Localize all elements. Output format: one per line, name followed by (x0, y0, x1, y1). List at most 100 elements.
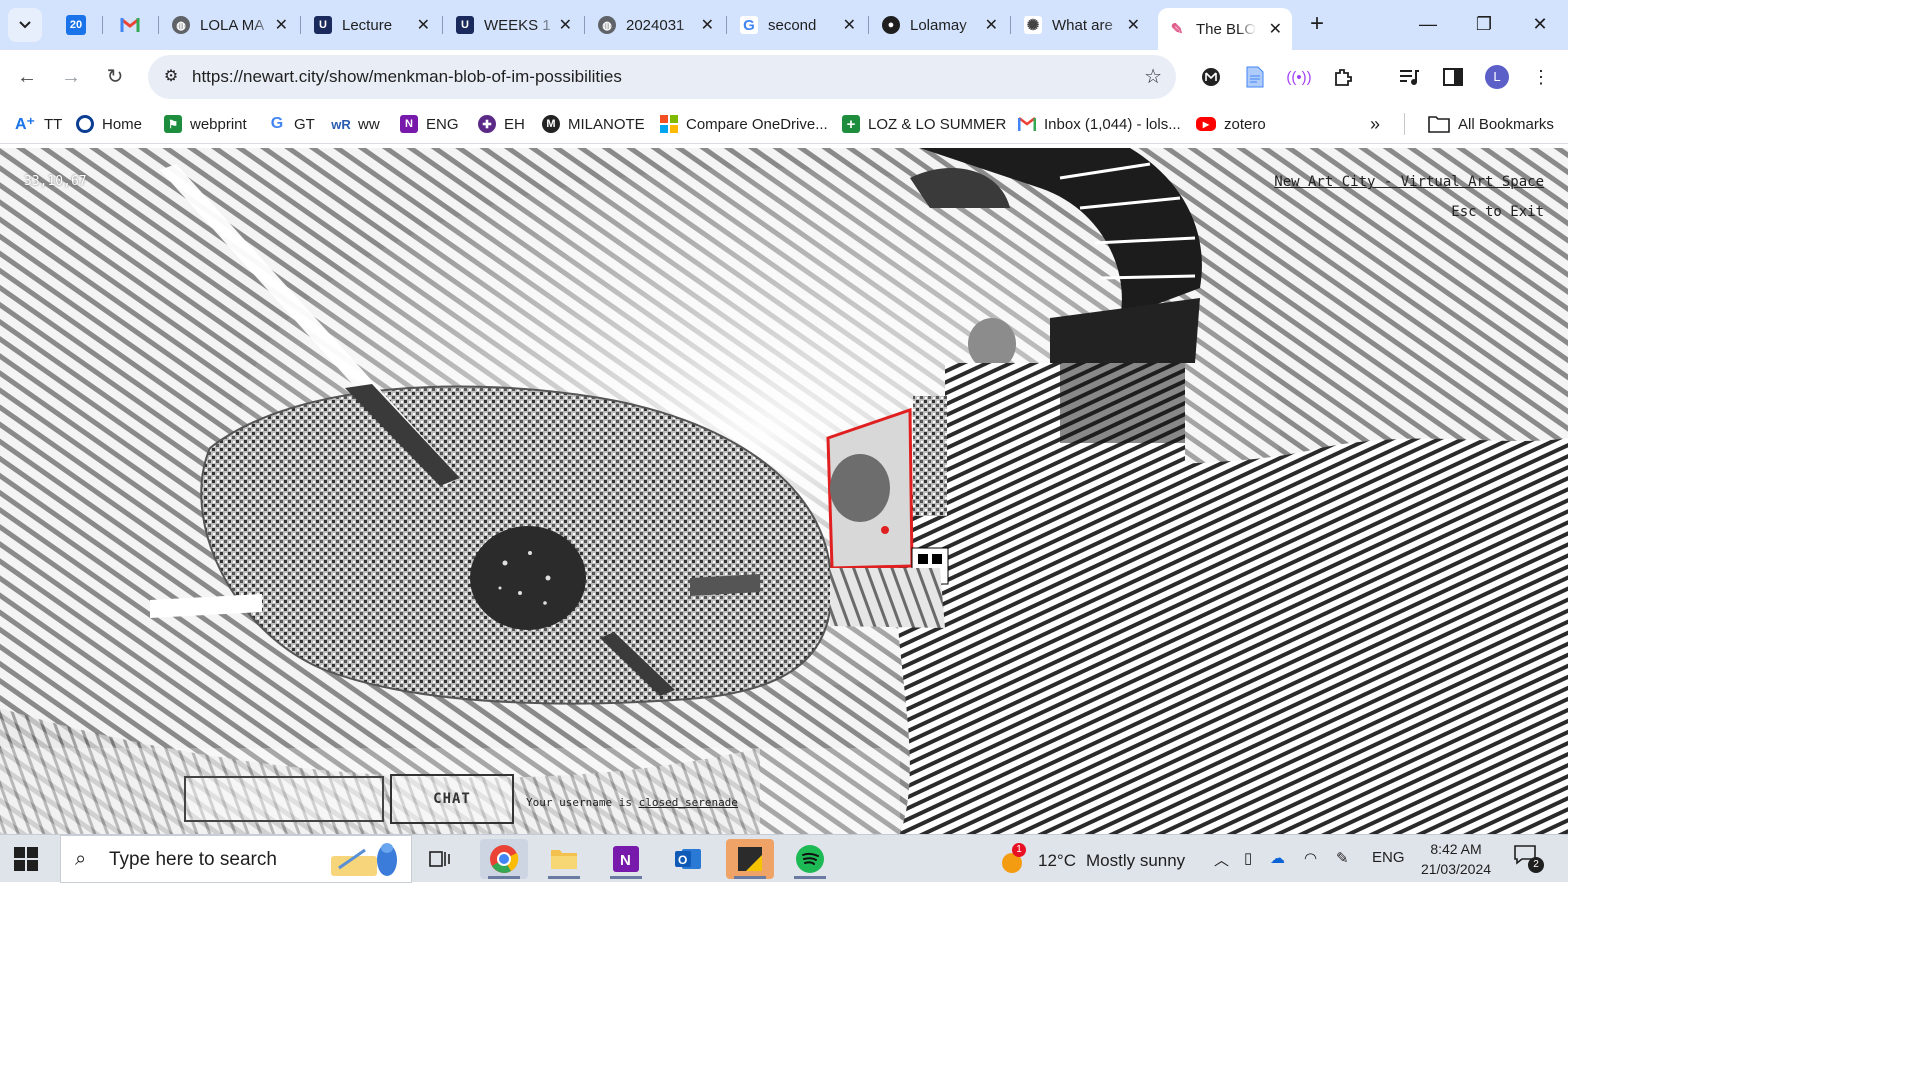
bookmark-loz-lo-summer[interactable]: + LOZ & LO SUMMER (842, 113, 1006, 135)
bookmark-eh[interactable]: ✚ EH (478, 113, 525, 135)
more-menu-icon[interactable]: ⋮ (1528, 64, 1554, 90)
new-tab-button[interactable]: + (1302, 10, 1332, 40)
esc-hint: Esc to Exit (1451, 204, 1544, 220)
username-link[interactable]: closed_serenade (639, 796, 738, 809)
bookmark-label: LOZ & LO SUMMER (868, 115, 1007, 133)
chat-button[interactable]: CHAT (390, 774, 514, 824)
scene-canvas[interactable] (0, 148, 1568, 834)
notification-center-button[interactable]: 2 (1514, 845, 1544, 873)
tab-search-button[interactable] (8, 8, 42, 42)
tab-title: Lolamay (910, 16, 967, 34)
blob-dark-hole (470, 526, 586, 630)
restore-button[interactable]: ❐ (1456, 8, 1512, 40)
docs-extension-icon[interactable] (1242, 64, 1268, 90)
taskbar-onenote[interactable]: N (602, 839, 650, 879)
close-icon[interactable]: ✕ (701, 15, 714, 35)
bookmark-label: EH (504, 115, 525, 133)
bookmark-inbox[interactable]: Inbox (1,044) - lols... (1018, 113, 1181, 135)
site-title-link[interactable]: New Art City - Virtual Art Space (1274, 174, 1544, 190)
tab-gmail[interactable] (110, 8, 154, 42)
tab-separator (1010, 16, 1011, 34)
address-bar[interactable]: ⚙ https://newart.city/show/menkman-blob-… (148, 55, 1176, 99)
pen-icon[interactable]: ✎ (1336, 849, 1349, 867)
bookmark-gt[interactable]: G GT (268, 113, 315, 135)
onenote-icon: N (400, 115, 418, 133)
bookmarks-divider (1404, 113, 1405, 135)
close-icon[interactable]: ✕ (417, 15, 430, 35)
google-icon: G (270, 115, 284, 132)
reload-button[interactable]: ↻ (100, 62, 130, 92)
minimize-button[interactable]: — (1400, 8, 1456, 40)
tab-title: second (768, 16, 817, 34)
close-icon[interactable]: ✕ (559, 15, 572, 35)
onenote-icon: N (613, 846, 639, 872)
virtual-art-space-viewport[interactable]: 33,10,67 New Art City - Virtual Art Spac… (0, 148, 1568, 834)
bookmark-compare-onedrive[interactable]: Compare OneDrive... (660, 113, 828, 135)
onedrive-icon[interactable]: ☁ (1270, 849, 1285, 867)
globe-icon: ◍ (598, 16, 616, 34)
close-icon[interactable]: ✕ (1269, 19, 1282, 39)
taskbar-outlook[interactable]: O (664, 839, 712, 879)
svg-text:N: N (620, 852, 631, 869)
profile-avatar[interactable]: L (1485, 65, 1509, 89)
taskbar-file-explorer[interactable] (540, 839, 588, 879)
all-bookmarks[interactable]: All Bookmarks (1428, 113, 1554, 135)
close-icon[interactable]: ✕ (843, 15, 856, 35)
tab-weeks[interactable]: U WEEKS 1 ✕ (446, 8, 582, 42)
taskbar-search[interactable]: ⌕ Type here to search (60, 835, 412, 883)
tab-lola-ma[interactable]: ◍ LOLA MA ✕ (162, 8, 298, 42)
back-button[interactable]: ← (12, 62, 42, 92)
tab-2024031[interactable]: ◍ 2024031 ✕ (588, 8, 724, 42)
weather-badge: 1 (1012, 843, 1026, 857)
tab-calendar[interactable]: 20 (56, 8, 100, 42)
close-icon[interactable]: ✕ (275, 15, 288, 35)
url-text[interactable]: https://newart.city/show/menkman-blob-of… (192, 67, 622, 87)
forward-button[interactable]: → (56, 62, 86, 92)
ai-icon: ✺ (1024, 16, 1042, 34)
side-panel-icon[interactable] (1440, 64, 1466, 90)
window-close-button[interactable]: ✕ (1512, 8, 1568, 40)
tab-separator (442, 16, 443, 34)
close-icon[interactable]: ✕ (1127, 15, 1140, 35)
tab-separator (726, 16, 727, 34)
weather-widget[interactable]: 1 12°C Mostly sunny (1000, 843, 1185, 875)
youtube-icon: ▶ (1196, 117, 1216, 131)
striped-tower (945, 363, 1185, 533)
tray-overflow-icon[interactable]: ︿ (1214, 849, 1229, 870)
task-view-button[interactable] (416, 839, 464, 879)
bookmark-star-icon[interactable]: ☆ (1144, 64, 1162, 89)
bookmark-label: zotero (1224, 115, 1266, 133)
bookmark-eng[interactable]: N ENG (400, 113, 459, 135)
bookmark-home[interactable]: Home (76, 113, 142, 135)
plus-icon: + (842, 115, 860, 133)
bookmark-webprint[interactable]: ⚑ webprint (164, 113, 247, 135)
wifi-icon[interactable]: ◠ (1304, 849, 1317, 867)
taskbar-spotify[interactable] (786, 839, 834, 879)
sticky-notes-icon (738, 847, 762, 871)
bookmark-tt[interactable]: A⁺ TT (14, 113, 62, 135)
system-clock[interactable]: 8:42 AM 21/03/2024 (1408, 839, 1504, 879)
bookmark-milanote[interactable]: M MILANOTE (542, 113, 645, 135)
tab-lecture[interactable]: U Lecture ✕ (304, 8, 440, 42)
cast-extension-icon[interactable]: ((•)) (1286, 64, 1312, 90)
meet-now-icon[interactable]: ▯ (1244, 849, 1252, 867)
eh-icon: ✚ (478, 115, 496, 133)
tab-second[interactable]: G second ✕ (730, 8, 866, 42)
media-control-icon[interactable] (1396, 64, 1422, 90)
milanote-extension-icon[interactable] (1198, 64, 1224, 90)
university-icon: U (456, 16, 474, 34)
bookmarks-overflow-icon[interactable]: » (1370, 113, 1380, 135)
tab-lolamay[interactable]: ● Lolamay ✕ (872, 8, 1008, 42)
chat-input[interactable] (184, 776, 384, 822)
close-icon[interactable]: ✕ (985, 15, 998, 35)
extensions-puzzle-icon[interactable] (1330, 64, 1356, 90)
taskbar-sticky-notes[interactable] (726, 839, 774, 879)
tab-the-blob[interactable]: ✎ The BLO ✕ (1158, 8, 1292, 50)
bookmark-zotero[interactable]: ▶ zotero (1196, 113, 1266, 135)
windows-start-button[interactable] (14, 847, 38, 871)
tab-what-are[interactable]: ✺ What are ✕ (1014, 8, 1150, 42)
language-indicator[interactable]: ENG (1372, 849, 1405, 866)
site-info-icon[interactable]: ⚙ (158, 64, 184, 90)
taskbar-chrome[interactable] (480, 839, 528, 879)
bookmark-ww[interactable]: wR ww (331, 113, 379, 135)
